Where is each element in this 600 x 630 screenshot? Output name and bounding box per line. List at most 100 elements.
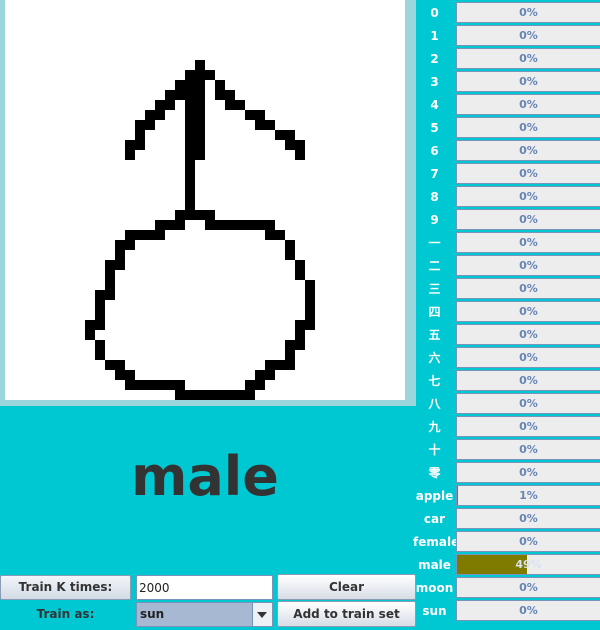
result-row: 2 0% — [413, 48, 600, 71]
train-as-label: Train as: — [36, 607, 95, 621]
drawing-pixel — [255, 370, 265, 380]
result-percent: 0% — [519, 604, 538, 617]
result-row: 7 0% — [413, 163, 600, 186]
drawing-svg[interactable] — [5, 0, 405, 400]
result-label: 1 — [430, 29, 439, 43]
result-label: 0 — [430, 6, 439, 20]
result-percent: 0% — [519, 259, 538, 272]
drawing-pixel — [105, 290, 115, 300]
result-percent: 0% — [519, 236, 538, 249]
drawing-pixel — [175, 390, 185, 400]
drawing-pixel — [105, 280, 115, 290]
drawing-pixel — [145, 230, 155, 240]
drawing-pixel — [115, 250, 125, 260]
result-label: 九 — [428, 420, 441, 434]
add-to-train-set-button[interactable]: Add to train set — [277, 601, 416, 627]
drawing-pixel — [255, 380, 265, 390]
drawing-pixel — [95, 310, 105, 320]
drawing-pixel — [235, 220, 245, 230]
drawing-pixel — [125, 380, 135, 390]
drawing-pixel — [175, 210, 185, 220]
result-row: apple 1% — [413, 485, 600, 508]
drawing-pixel — [125, 370, 135, 380]
drawing-pixel — [155, 230, 165, 240]
drawing-pixel — [85, 320, 95, 330]
drawing-pixel — [235, 390, 245, 400]
drawing-pixel — [235, 100, 245, 110]
result-progress-bar: 49% — [456, 554, 600, 575]
result-label: moon — [415, 581, 454, 595]
drawing-pixel — [175, 220, 185, 230]
result-percent: 0% — [519, 397, 538, 410]
drawing-pixel — [215, 90, 225, 100]
drawing-pixel — [195, 120, 205, 130]
result-percent: 0% — [519, 443, 538, 456]
result-label: 五 — [428, 328, 441, 342]
result-percent: 1% — [519, 489, 538, 502]
drawing-pixel — [265, 230, 275, 240]
result-row: 9 0% — [413, 209, 600, 232]
drawing-pixel — [185, 210, 195, 220]
drawing-pixel — [185, 80, 195, 90]
drawing-pixel — [215, 80, 225, 90]
drawing-canvas[interactable] — [5, 0, 405, 400]
drawing-pixel — [195, 80, 205, 90]
result-progress-bar: 0% — [456, 600, 600, 621]
clear-button[interactable]: Clear — [277, 574, 416, 600]
drawing-pixel — [295, 320, 305, 330]
result-progress-bar: 0% — [456, 577, 600, 598]
drawing-pixel — [115, 360, 125, 370]
result-progress-bar: 0% — [456, 255, 600, 276]
drawing-pixel — [115, 370, 125, 380]
result-label: car — [423, 512, 446, 526]
train-k-input[interactable] — [136, 575, 273, 600]
train-as-select[interactable]: sun — [136, 602, 273, 627]
drawing-pixel — [215, 220, 225, 230]
result-row: car 0% — [413, 508, 600, 531]
result-row: 6 0% — [413, 140, 600, 163]
result-row: female 0% — [413, 531, 600, 554]
drawing-pixel — [285, 130, 295, 140]
result-progress-bar: 0% — [456, 508, 600, 529]
dropdown-button[interactable] — [252, 603, 272, 626]
drawing-pixel — [95, 340, 105, 350]
result-progress-bar: 0% — [456, 278, 600, 299]
result-percent: 0% — [519, 305, 538, 318]
chevron-down-icon — [257, 612, 267, 618]
result-label: sun — [422, 604, 447, 618]
drawing-pixel — [195, 90, 205, 100]
result-label: 四 — [428, 305, 441, 319]
drawing-pixel — [95, 290, 105, 300]
drawing-pixel — [185, 140, 195, 150]
drawing-pixel — [185, 120, 195, 130]
drawing-pixel — [295, 260, 305, 270]
result-progress-bar: 0% — [456, 2, 600, 23]
result-percent: 0% — [519, 6, 538, 19]
result-row: male 49% — [413, 554, 600, 577]
result-label: 一 — [428, 236, 441, 250]
drawing-pixel — [205, 390, 215, 400]
drawing-pixel — [285, 360, 295, 370]
drawing-pixel — [115, 240, 125, 250]
drawing-pixel — [195, 150, 205, 160]
result-label: female — [413, 535, 460, 549]
result-label: 6 — [430, 144, 439, 158]
result-progress-bar: 0% — [456, 232, 600, 253]
result-row: 1 0% — [413, 25, 600, 48]
drawing-pixel — [305, 280, 315, 290]
result-percent: 0% — [519, 351, 538, 364]
result-label: 2 — [430, 52, 439, 66]
result-row: 5 0% — [413, 117, 600, 140]
drawing-pixel — [245, 220, 255, 230]
result-label: 4 — [430, 98, 439, 112]
drawing-pixel — [205, 70, 215, 80]
result-row: 五 0% — [413, 324, 600, 347]
drawing-pixel — [275, 230, 285, 240]
result-percent: 0% — [519, 98, 538, 111]
drawing-pixel — [155, 100, 165, 110]
result-label: apple — [415, 489, 454, 503]
drawing-pixel — [95, 320, 105, 330]
result-percent: 0% — [519, 190, 538, 203]
drawing-pixel — [145, 120, 155, 130]
result-label: 零 — [428, 466, 441, 480]
